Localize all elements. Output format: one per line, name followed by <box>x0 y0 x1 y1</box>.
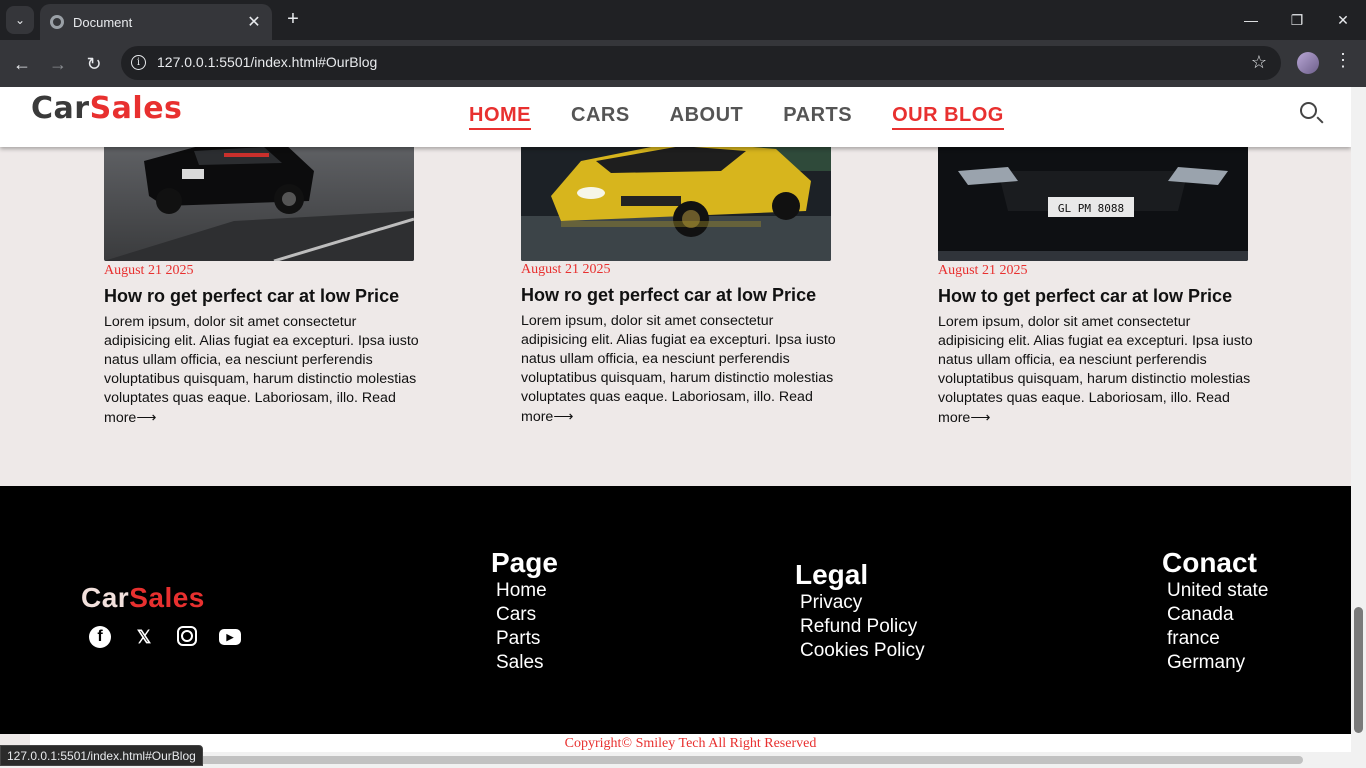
footer-link-privacy[interactable]: Privacy <box>800 591 925 615</box>
main-nav: HOME CARS ABOUT PARTS OUR BLOG <box>469 104 1004 130</box>
minimize-button[interactable]: — <box>1228 0 1274 40</box>
new-tab-button[interactable]: + <box>282 8 304 30</box>
tab-strip: ⌄ Document ✕ + — ❐ ✕ <box>0 0 1366 40</box>
footer-link-home[interactable]: Home <box>496 579 558 603</box>
social-links: f 𝕏 ▶ <box>89 626 241 648</box>
arrow-right-icon: ⟶ <box>136 409 157 425</box>
menu-kebab-icon[interactable]: ⋮ <box>1334 50 1352 71</box>
close-tab-icon[interactable]: ✕ <box>244 12 264 32</box>
post-date: August 21 2025 <box>104 263 194 278</box>
nav-about[interactable]: ABOUT <box>670 104 744 130</box>
footer-contact-column: Conact United state Canada france German… <box>1162 547 1268 675</box>
post-title[interactable]: How to get perfect car at low Price <box>938 286 1232 307</box>
nav-parts[interactable]: PARTS <box>783 104 852 130</box>
back-button[interactable]: ← <box>10 52 34 76</box>
footer-link-cars[interactable]: Cars <box>496 603 558 627</box>
footer-link-parts[interactable]: Parts <box>496 627 558 651</box>
tab-title: Document <box>73 14 133 30</box>
youtube-icon[interactable]: ▶ <box>219 629 241 645</box>
globe-icon <box>50 15 64 29</box>
post-title[interactable]: How ro get perfect car at low Price <box>104 286 399 307</box>
reload-button[interactable]: ↻ <box>82 52 106 76</box>
post-date: August 21 2025 <box>521 262 611 277</box>
status-bar-url: 127.0.0.1:5501/index.html#OurBlog <box>0 745 203 766</box>
post-date: August 21 2025 <box>938 263 1028 278</box>
footer-link-sales[interactable]: Sales <box>496 651 558 675</box>
address-bar[interactable]: i 127.0.0.1:5501/index.html#OurBlog ☆ <box>121 46 1281 80</box>
site-header: CarSales HOME CARS ABOUT PARTS OUR BLOG <box>0 87 1351 147</box>
vertical-scroll-thumb[interactable] <box>1354 607 1363 733</box>
post-excerpt: Lorem ipsum, dolor sit amet consectetur … <box>938 314 1253 426</box>
post-title[interactable]: How ro get perfect car at low Price <box>521 285 816 306</box>
search-icon[interactable] <box>1300 102 1317 119</box>
horizontal-scroll-thumb[interactable] <box>16 756 1303 764</box>
site-info-icon[interactable]: i <box>131 55 146 70</box>
page-viewport: CarSales HOME CARS ABOUT PARTS OUR BLOG <box>0 87 1351 768</box>
bookmark-star-icon[interactable]: ☆ <box>1251 52 1267 73</box>
footer-link-refund[interactable]: Refund Policy <box>800 615 925 639</box>
svg-text:GL PM 8088: GL PM 8088 <box>1058 202 1124 215</box>
footer-page-heading: Page <box>491 547 558 578</box>
forward-button[interactable]: → <box>46 52 70 76</box>
footer-page-column: Page Home Cars Parts Sales <box>491 547 558 675</box>
tab-search-button[interactable]: ⌄ <box>6 6 34 34</box>
footer-country[interactable]: france <box>1167 627 1268 651</box>
post-excerpt: Lorem ipsum, dolor sit amet consectetur … <box>521 313 836 425</box>
footer-legal-heading: Legal <box>795 559 869 590</box>
nav-our-blog[interactable]: OUR BLOG <box>892 104 1004 130</box>
arrow-right-icon: ⟶ <box>553 408 574 424</box>
footer-logo[interactable]: CarSales <box>81 582 205 614</box>
footer-country[interactable]: Canada <box>1167 603 1268 627</box>
post-excerpt: Lorem ipsum, dolor sit amet consectetur … <box>104 314 419 426</box>
nav-home[interactable]: HOME <box>469 104 531 130</box>
vertical-scrollbar[interactable] <box>1351 87 1366 768</box>
arrow-right-icon: ⟶ <box>970 409 991 425</box>
footer-contact-heading: Conact <box>1162 547 1257 578</box>
browser-tab[interactable]: Document ✕ <box>40 4 272 40</box>
facebook-icon[interactable]: f <box>89 626 111 648</box>
profile-avatar[interactable] <box>1297 52 1319 74</box>
instagram-icon[interactable] <box>177 626 197 646</box>
url-text[interactable]: 127.0.0.1:5501/index.html#OurBlog <box>157 54 377 70</box>
browser-toolbar: ← → ↻ i 127.0.0.1:5501/index.html#OurBlo… <box>0 40 1366 87</box>
nav-cars[interactable]: CARS <box>571 104 630 130</box>
site-footer: CarSales f 𝕏 ▶ Page Home Cars Parts Sale… <box>0 486 1351 734</box>
restore-button[interactable]: ❐ <box>1274 0 1320 40</box>
footer-country[interactable]: Germany <box>1167 651 1268 675</box>
x-icon[interactable]: 𝕏 <box>133 626 155 648</box>
close-window-button[interactable]: ✕ <box>1320 0 1366 40</box>
footer-link-cookies[interactable]: Cookies Policy <box>800 639 925 663</box>
footer-legal-column: Legal Privacy Refund Policy Cookies Poli… <box>795 559 925 663</box>
footer-country[interactable]: United state <box>1167 579 1268 603</box>
site-logo[interactable]: CarSales <box>31 91 182 126</box>
copyright-text: Copyright© Smiley Tech All Right Reserve… <box>30 734 1351 754</box>
